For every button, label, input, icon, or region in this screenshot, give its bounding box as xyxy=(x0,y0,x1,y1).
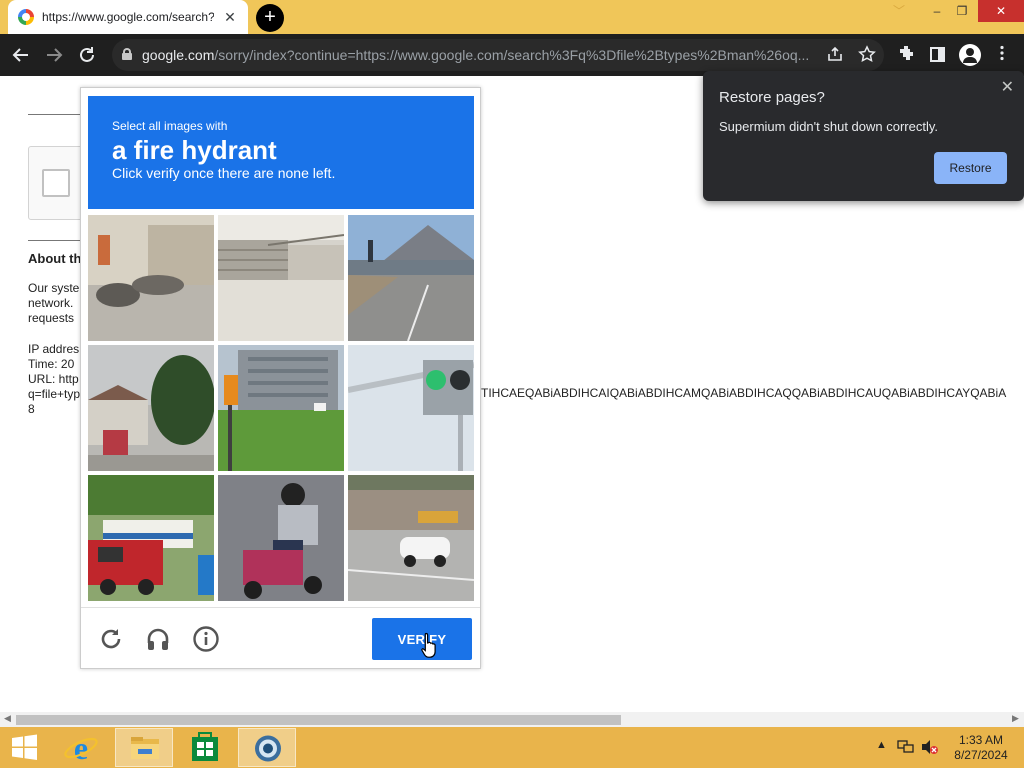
url-text: google.com/sorry/index?continue=https://… xyxy=(142,47,810,63)
svg-text:e: e xyxy=(74,730,88,766)
scroll-left-arrow-icon[interactable]: ◀ xyxy=(4,713,11,724)
supermium-browser-icon[interactable] xyxy=(238,728,296,767)
image-tile[interactable] xyxy=(88,475,214,601)
bookmark-star-icon[interactable] xyxy=(858,45,876,68)
forward-arrow-icon[interactable] xyxy=(42,43,66,67)
info-help-icon[interactable] xyxy=(192,625,220,653)
clock-time: 1:33 AM xyxy=(958,733,1004,747)
about-heading: About th xyxy=(28,251,82,266)
scroll-right-arrow-icon[interactable]: ▶ xyxy=(1012,713,1019,724)
close-window-button[interactable]: ✕ xyxy=(978,0,1024,22)
image-tile[interactable] xyxy=(218,475,344,601)
image-tile[interactable] xyxy=(88,215,214,341)
address-bar[interactable]: google.com/sorry/index?continue=https://… xyxy=(112,39,884,71)
lock-icon[interactable] xyxy=(122,48,132,60)
info-text-line: URL: http xyxy=(28,372,79,386)
info-text-line: Time: 20 xyxy=(28,357,75,371)
recaptcha-challenge: Select all images with a fire hydrant Cl… xyxy=(80,87,481,669)
popup-message: Supermium didn't shut down correctly. xyxy=(719,119,939,134)
url-query-text: TIHCAEQABiABDIHCAIQABiABDIHCAMQABiABDIHC… xyxy=(481,386,1007,400)
extensions-icon[interactable] xyxy=(898,44,916,67)
challenge-prompt-small: Select all images with xyxy=(112,119,228,133)
reload-challenge-icon[interactable] xyxy=(97,625,125,653)
new-tab-button[interactable]: + xyxy=(256,4,284,32)
side-panel-icon[interactable] xyxy=(930,47,945,62)
divider xyxy=(28,114,80,115)
volume-muted-icon[interactable] xyxy=(920,739,940,758)
back-arrow-icon[interactable] xyxy=(9,43,33,67)
windows-taskbar: e ▲ 1:33 AM 8/27/2024 xyxy=(0,727,1024,768)
hand-cursor-icon xyxy=(421,632,439,658)
image-tile[interactable] xyxy=(348,215,474,341)
restore-pages-popup: Restore pages? ✕ Supermium didn't shut d… xyxy=(703,71,1024,201)
challenge-target: a fire hydrant xyxy=(112,135,277,165)
image-tile[interactable] xyxy=(348,475,474,601)
kebab-menu-icon[interactable] xyxy=(993,44,1011,67)
browser-tab[interactable]: https://www.google.com/search?q=file+typ… xyxy=(8,0,248,34)
profile-avatar-icon[interactable] xyxy=(959,44,981,66)
recaptcha-checkbox[interactable] xyxy=(42,169,70,197)
divider xyxy=(28,240,80,241)
system-clock[interactable]: 1:33 AM 8/27/2024 xyxy=(948,733,1014,763)
browser-toolbar: google.com/sorry/index?continue=https://… xyxy=(0,34,1024,76)
share-icon[interactable] xyxy=(826,45,844,68)
file-explorer-icon[interactable] xyxy=(115,728,173,767)
info-text-line: 8 xyxy=(28,402,35,416)
maximize-button[interactable]: ❐ xyxy=(945,0,979,22)
google-favicon-icon xyxy=(18,9,34,25)
tab-title: https://www.google.com/search?q=file+typ… xyxy=(42,10,214,24)
reload-icon[interactable] xyxy=(75,43,99,67)
popup-title: Restore pages? xyxy=(719,89,825,106)
info-text-line: requests xyxy=(28,311,75,325)
network-icon[interactable] xyxy=(897,739,915,758)
popup-close-icon[interactable]: ✕ xyxy=(1001,77,1014,97)
image-tile[interactable] xyxy=(218,215,344,341)
image-tile[interactable] xyxy=(348,345,474,471)
audio-challenge-headphones-icon[interactable] xyxy=(144,625,172,653)
recaptcha-widget xyxy=(28,146,88,220)
horizontal-scrollbar[interactable]: ◀ ▶ xyxy=(0,712,1024,727)
info-text-line: network. xyxy=(28,296,74,310)
image-tile[interactable] xyxy=(218,345,344,471)
browser-titlebar: https://www.google.com/search?q=file+typ… xyxy=(0,0,1024,34)
image-grid xyxy=(88,215,474,601)
challenge-header: Select all images with a fire hydrant Cl… xyxy=(88,96,474,209)
info-text-line: IP addres xyxy=(28,342,80,356)
start-button[interactable] xyxy=(0,728,58,767)
image-tile[interactable] xyxy=(88,345,214,471)
tab-close-icon[interactable]: ✕ xyxy=(222,9,238,26)
show-hidden-icons-icon[interactable]: ▲ xyxy=(876,739,887,751)
store-icon[interactable] xyxy=(176,728,234,767)
restore-button[interactable]: Restore xyxy=(934,152,1007,184)
info-text-line: q=file+typ xyxy=(28,387,81,401)
internet-explorer-icon[interactable]: e xyxy=(52,728,110,767)
info-text-line: Our syste xyxy=(28,281,80,295)
clock-date: 8/27/2024 xyxy=(954,748,1008,762)
scrollbar-thumb[interactable] xyxy=(16,715,621,725)
tab-search-chevron-icon[interactable]: ﹀ xyxy=(882,0,916,22)
challenge-instruction: Click verify once there are none left. xyxy=(112,165,336,181)
